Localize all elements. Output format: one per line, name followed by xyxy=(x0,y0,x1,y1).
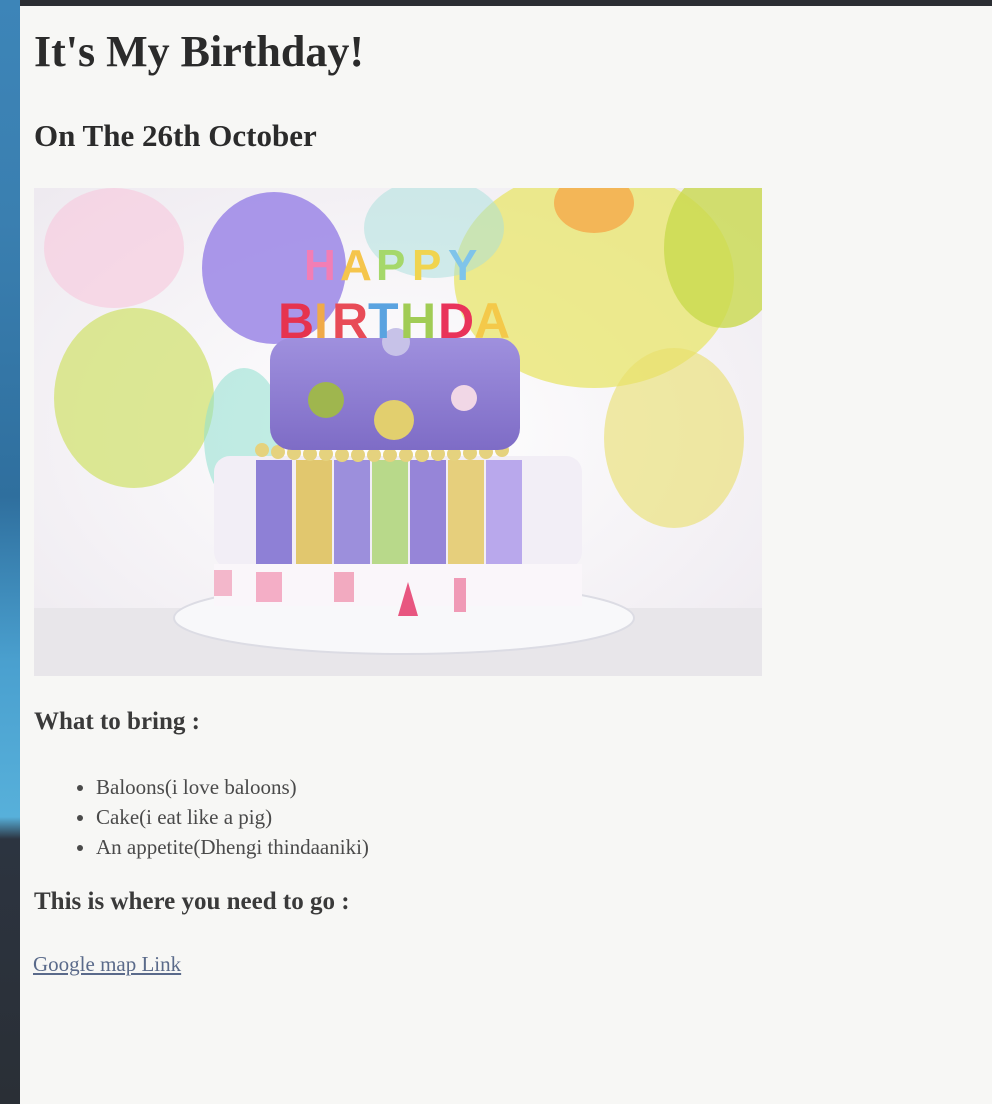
svg-text:A: A xyxy=(474,293,510,349)
list-item: Cake(i eat like a pig) xyxy=(96,802,369,832)
desktop-edge xyxy=(0,0,20,1104)
what-to-bring-heading: What to bring : xyxy=(34,708,200,735)
directions-heading: This is where you need to go : xyxy=(34,888,350,915)
svg-text:T: T xyxy=(368,293,399,349)
birthday-cake-image: H A P P Y B I R T H D A xyxy=(34,188,762,676)
svg-text:P: P xyxy=(376,241,405,290)
svg-text:H: H xyxy=(304,241,336,290)
svg-text:P: P xyxy=(412,241,441,290)
svg-text:A: A xyxy=(340,241,372,290)
svg-text:Y: Y xyxy=(448,241,477,290)
svg-text:D: D xyxy=(438,293,474,349)
svg-text:I: I xyxy=(314,293,328,349)
list-item: Baloons(i love baloons) xyxy=(96,772,369,802)
svg-text:R: R xyxy=(332,293,368,349)
list-item: An appetite(Dhengi thindaaniki) xyxy=(96,832,369,862)
page-title: It's My Birthday! xyxy=(34,27,364,76)
google-map-link[interactable]: Google map Link xyxy=(33,952,181,977)
browser-page: It's My Birthday! On The 26th October H … xyxy=(20,6,992,1104)
svg-text:B: B xyxy=(278,293,314,349)
svg-text:H: H xyxy=(400,293,436,349)
page-subtitle: On The 26th October xyxy=(34,118,317,153)
bring-list: Baloons(i love baloons) Cake(i eat like … xyxy=(74,772,369,862)
